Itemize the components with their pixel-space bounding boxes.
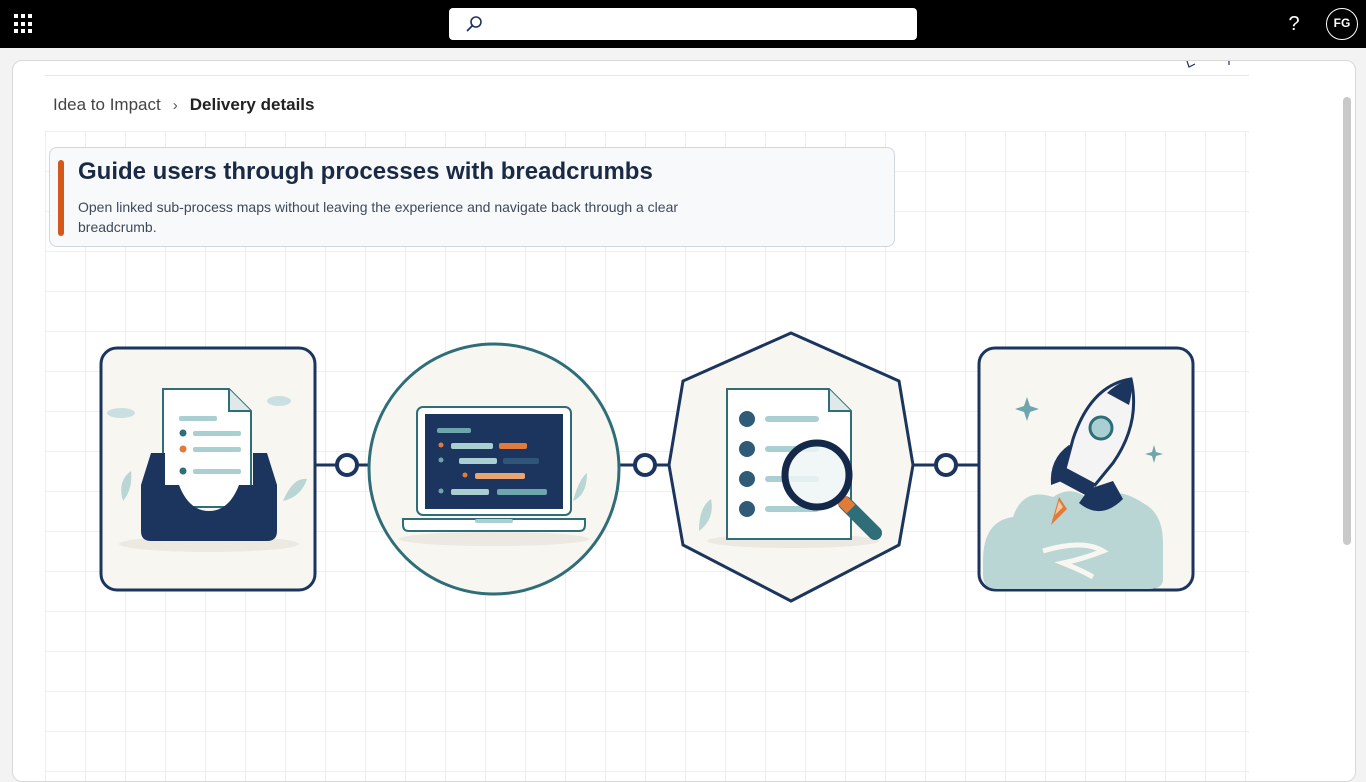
connector-1 — [315, 453, 371, 477]
step-review[interactable] — [667, 331, 915, 603]
search-input[interactable] — [493, 13, 907, 37]
callout-accent-bar — [58, 160, 64, 236]
breadcrumb-link-parent[interactable]: Idea to Impact — [53, 95, 161, 115]
breadcrumb: Idea to Impact › Delivery details — [53, 93, 314, 117]
divider — [45, 75, 1249, 76]
help-icon[interactable]: ? — [1284, 10, 1304, 38]
step-launch[interactable] — [977, 346, 1195, 592]
process-diagram — [99, 331, 1195, 603]
main-panel: Idea to Impact › Delivery details Guide … — [12, 60, 1356, 782]
avatar[interactable]: FG — [1326, 8, 1358, 40]
breadcrumb-current: Delivery details — [189, 95, 315, 114]
callout-body: Open linked sub-process maps without lea… — [78, 199, 679, 235]
app-launcher-icon[interactable] — [14, 14, 34, 34]
document-magnifier-icon — [699, 388, 882, 548]
step-inbox[interactable] — [99, 346, 317, 592]
step-laptop[interactable] — [367, 342, 621, 596]
vertical-scrollbar[interactable] — [1343, 97, 1351, 545]
top-bar: ? FG — [0, 0, 1366, 48]
callout-title: Guide users through processes with bread… — [78, 158, 653, 185]
clipped-toolbar-icon — [1186, 61, 1230, 68]
info-callout: Guide users through processes with bread… — [49, 147, 895, 247]
laptop-code-icon — [399, 406, 589, 546]
connector-2 — [619, 453, 673, 477]
search-box[interactable] — [449, 8, 917, 40]
search-icon — [466, 16, 482, 32]
chevron-right-icon: › — [172, 96, 178, 114]
connector-3 — [913, 453, 981, 477]
